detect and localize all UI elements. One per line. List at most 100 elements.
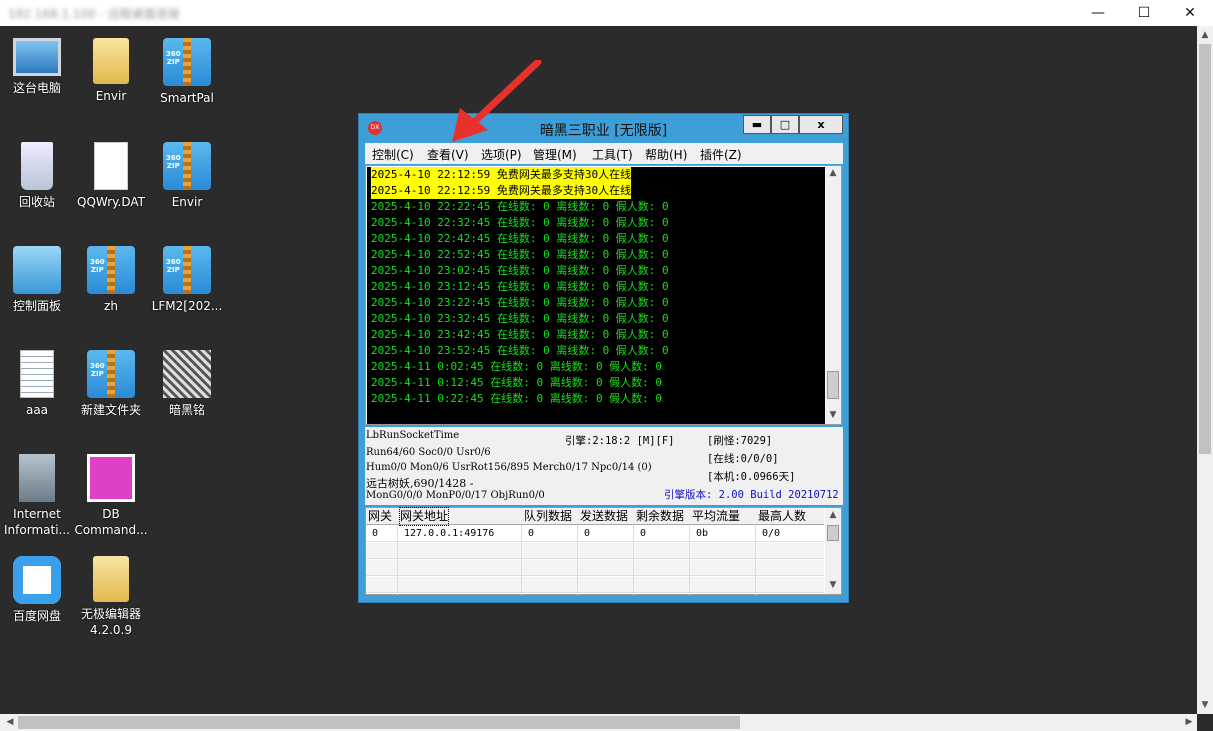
log-line: 2025-4-10 22:32:45 在线数: 0 离线数: 0 假人数: 0 (371, 216, 669, 229)
outer-vertical-scroll-thumb[interactable] (1199, 44, 1211, 454)
log-line: 2025-4-10 23:12:45 在线数: 0 离线数: 0 假人数: 0 (371, 280, 669, 293)
desktop-icon[interactable]: 360 ZIP zh (74, 246, 148, 314)
desktop-icon-label: 回收站 (18, 195, 55, 209)
desktop-icon-label: QQWry.DAT (77, 195, 145, 209)
desktop-icon-label: 控制面板 (12, 299, 61, 313)
zip-icon: 360 ZIP (163, 246, 211, 294)
desktop-icon-label: LFM2[202... (151, 299, 223, 313)
text-file-icon (20, 350, 54, 398)
table-cell: 0 (584, 528, 591, 539)
table-column-divider (755, 525, 756, 595)
folder-icon (93, 38, 129, 84)
table-scroll-thumb[interactable] (827, 525, 839, 541)
zip-icon: 360 ZIP (163, 142, 211, 190)
desktop-icon[interactable]: 360 ZIP Envir (150, 142, 224, 210)
desktop-icon[interactable]: Envir (74, 38, 148, 104)
log-line: 2025-4-11 0:02:45 在线数: 0 离线数: 0 假人数: 0 (371, 360, 663, 373)
table-column-divider (577, 525, 578, 595)
app-minimize-button[interactable]: ▬ (743, 115, 771, 134)
table-cell: 0b (696, 528, 709, 539)
menu-item[interactable]: 工具(T) (592, 146, 633, 163)
outer-minimize-button[interactable]: — (1075, 0, 1121, 26)
menu-item[interactable]: 帮助(H) (645, 146, 687, 163)
menu-item[interactable]: 控制(C) (372, 146, 414, 163)
log-scroll-down-icon[interactable]: ▼ (825, 410, 841, 420)
outer-horizontal-scroll-thumb[interactable] (18, 716, 740, 729)
refresh-monster-count: [刷怪:7029] (707, 435, 773, 447)
scroll-down-arrow-icon[interactable]: ▼ (1197, 700, 1213, 710)
folder-icon (93, 556, 129, 602)
desktop-icon-label: Envir (171, 195, 203, 209)
desktop-icon[interactable]: DB Command... (74, 454, 148, 538)
run-stats: Run64/60 Soc0/0 Usr0/6 (366, 447, 491, 458)
table-column-header[interactable]: 发送数据 (580, 508, 628, 525)
log-line: 2025-4-10 22:12:59 免费网关最多支持30人在线 (371, 183, 632, 199)
control-panel-icon (13, 246, 61, 294)
game-server-window: DX 暗黑三职业 [无限版] ▬ □ x 控制(C) 查看(V) 选项(P) 管理(M… (358, 113, 849, 603)
computer-icon (13, 38, 61, 76)
table-column-header[interactable]: 网关地址 (398, 507, 450, 526)
menu-item[interactable]: 选项(P) (481, 146, 522, 163)
table-cell: 0 (528, 528, 535, 539)
outer-maximize-button[interactable]: ☐ (1121, 0, 1167, 26)
desktop-icon[interactable]: 360 ZIP LFM2[202... (150, 246, 224, 314)
table-column-divider (521, 525, 522, 595)
gateway-table: 网关 网关地址 队列数据 发送数据 剩余数据 平均流量 最高人数 0 127.0.0.1:49… (365, 507, 842, 595)
outer-titlebar: 192.168.1.100 - 远程桌面连接 — ☐ ✕ (0, 0, 1213, 26)
desktop-icon[interactable]: 360 ZIP SmartPal (150, 38, 224, 106)
log-scroll-up-icon[interactable]: ▲ (825, 168, 841, 178)
app-titlebar[interactable]: DX 暗黑三职业 [无限版] ▬ □ x (359, 114, 848, 141)
desktop-icon[interactable]: aaa (0, 350, 74, 418)
table-column-header[interactable]: 最高人数 (758, 508, 806, 525)
log-scroll-thumb[interactable] (827, 371, 839, 399)
desktop-icon[interactable]: 回收站 (0, 142, 74, 210)
table-column-header[interactable]: 队列数据 (524, 508, 572, 525)
menu-bar: 控制(C) 查看(V) 选项(P) 管理(M) 工具(T) 帮助(H) 插件(Z) (365, 143, 843, 164)
desktop-icon-label: zh (104, 299, 118, 313)
table-scroll-up-icon[interactable]: ▲ (825, 510, 841, 520)
desktop-icon[interactable]: Internet Informati... (0, 454, 74, 538)
zip-icon: 360 ZIP (87, 246, 135, 294)
zip-icon: 360 ZIP (87, 350, 135, 398)
desktop-icon[interactable]: 360 ZIP 新建文件夹 (74, 350, 148, 418)
desktop-icon-label: 新建文件夹 (80, 403, 141, 417)
outer-close-button[interactable]: ✕ (1167, 0, 1213, 26)
zip-icon: 360 ZIP (163, 38, 211, 86)
app-close-button[interactable]: x (799, 115, 843, 134)
table-cell: 0/0 (762, 528, 781, 539)
dragon-icon (163, 350, 211, 398)
engine-status: 引擎:2:18:2 [M][F] (565, 435, 675, 447)
table-column-header[interactable]: 平均流量 (692, 508, 740, 525)
table-cell: 127.0.0.1:49176 (404, 528, 495, 539)
menu-item[interactable]: 管理(M) (533, 146, 577, 163)
table-scroll-down-icon[interactable]: ▼ (825, 580, 841, 590)
table-column-divider (633, 525, 634, 595)
table-column-header[interactable]: 网关 (368, 508, 392, 525)
desktop-icon[interactable]: 控制面板 (0, 246, 74, 314)
desktop-icon-label: 暗黑铭 (168, 403, 205, 417)
log-line: 2025-4-11 0:12:45 在线数: 0 离线数: 0 假人数: 0 (371, 376, 663, 389)
desktop-icon[interactable]: 无极编辑器 4.2.0.9 (74, 556, 148, 638)
menu-item[interactable]: 插件(Z) (700, 146, 742, 163)
desktop-icon[interactable]: QQWry.DAT (74, 142, 148, 210)
desktop-icon[interactable]: 百度网盘 (0, 556, 74, 624)
desktop-icon[interactable]: 暗黑铭 (150, 350, 224, 418)
desktop-icon[interactable]: 这台电脑 (0, 38, 74, 96)
desktop-icon-label: Envir (95, 89, 127, 103)
mon-stats: MonG0/0/0 MonP0/0/17 ObjRun0/0 (366, 490, 545, 501)
table-column-divider (689, 525, 690, 595)
gateway-table-header: 网关 网关地址 队列数据 发送数据 剩余数据 平均流量 最高人数 (366, 507, 824, 526)
desktop-icon-label: SmartPal (160, 91, 214, 105)
iis-icon (19, 454, 55, 502)
hum-stats: Hum0/0 Mon0/6 UsrRot156/895 Merch0/17 Np… (366, 462, 652, 473)
table-column-header[interactable]: 剩余数据 (636, 508, 684, 525)
baidu-netdisk-icon (13, 556, 61, 604)
scroll-left-arrow-icon[interactable]: ◀ (2, 717, 18, 727)
engine-version: 引擎版本: 2.00 Build 20210712 (664, 489, 839, 501)
scroll-up-arrow-icon[interactable]: ▲ (1197, 30, 1213, 40)
scroll-right-arrow-icon[interactable]: ▶ (1181, 717, 1197, 727)
online-count: [在线:0/0/0] (707, 453, 779, 465)
app-maximize-button[interactable]: □ (771, 115, 799, 134)
menu-item[interactable]: 查看(V) (427, 146, 469, 163)
desktop-icon-label: Internet Informati... (4, 507, 70, 537)
